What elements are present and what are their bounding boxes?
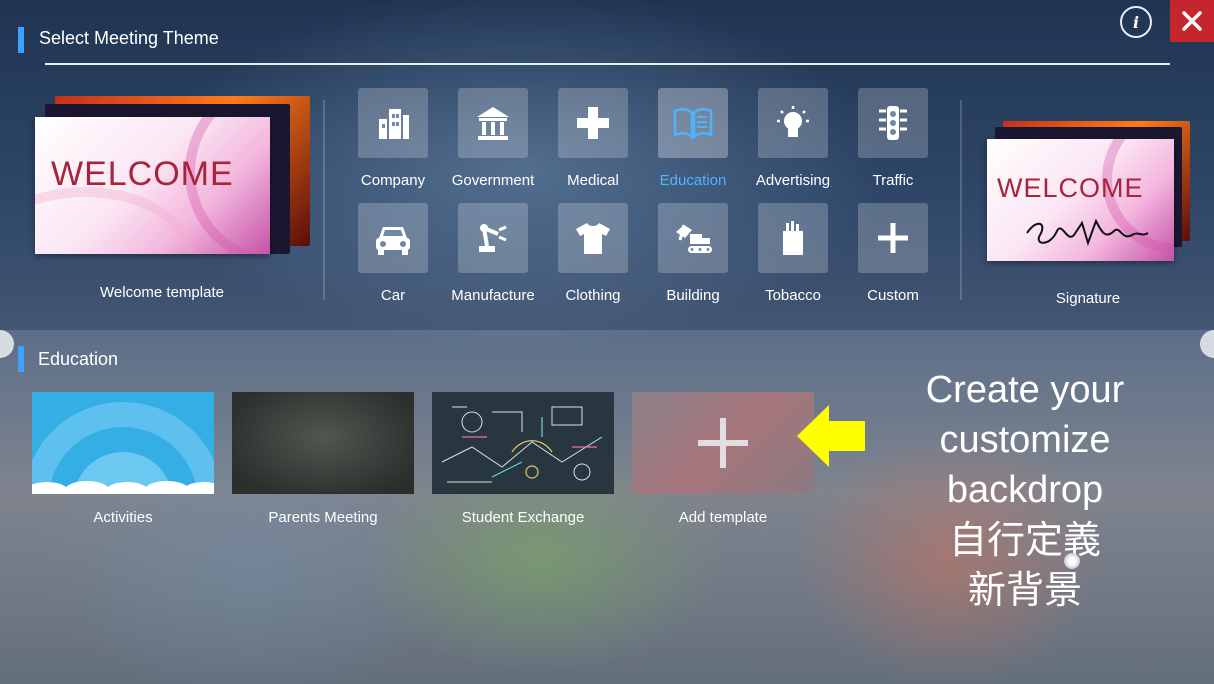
signature-card-text: WELCOME xyxy=(997,173,1144,203)
category-car[interactable]: Car xyxy=(348,203,438,304)
annotation-line: 自行定義 xyxy=(948,518,1101,562)
category-label: Clothing xyxy=(565,287,621,304)
lightbulb-icon xyxy=(777,106,809,137)
building-icon xyxy=(379,109,409,139)
category-clothing[interactable]: Clothing xyxy=(548,203,638,304)
signature-template-label: Signature xyxy=(1055,290,1121,307)
template-label: Parents Meeting xyxy=(268,509,378,526)
touch-cursor xyxy=(1064,553,1080,569)
category-label: Manufacture xyxy=(451,287,535,304)
book-icon xyxy=(673,108,713,141)
divider-right xyxy=(960,100,962,300)
annotation-line: 新背景 xyxy=(967,568,1082,612)
close-icon xyxy=(1182,11,1202,31)
signature-scribble xyxy=(1026,218,1149,247)
parents-meeting-thumbnail xyxy=(232,392,414,494)
add-icon xyxy=(698,418,748,468)
medical-cross-icon xyxy=(577,107,609,139)
category-education[interactable]: Education xyxy=(648,88,738,189)
page-title: Select Meeting Theme xyxy=(39,28,219,48)
activities-thumbnail xyxy=(32,392,214,494)
traffic-light-icon xyxy=(879,106,907,140)
student-exchange-thumbnail xyxy=(432,392,614,494)
info-icon: i xyxy=(1132,12,1140,32)
close-button[interactable] xyxy=(1170,0,1214,42)
header-accent-bar xyxy=(18,27,24,53)
category-tobacco[interactable]: Tobacco xyxy=(748,203,838,304)
welcome-card-text: WELCOME xyxy=(51,155,234,193)
category-label: Advertising xyxy=(755,172,831,189)
category-traffic[interactable]: Traffic xyxy=(848,88,938,189)
annotation-line: customize xyxy=(939,419,1111,461)
category-label: Government xyxy=(451,172,535,189)
annotation-line: backdrop xyxy=(946,469,1104,511)
annotation-line: Create your xyxy=(925,369,1125,411)
category-label: Traffic xyxy=(872,172,914,189)
category-advertising[interactable]: Advertising xyxy=(748,88,838,189)
category-custom[interactable]: Custom xyxy=(848,203,938,304)
category-label: Custom xyxy=(867,287,919,304)
divider-left xyxy=(323,100,325,300)
cigarette-pack-icon xyxy=(783,221,803,255)
category-label: Medical xyxy=(567,172,619,189)
category-label: Tobacco xyxy=(765,287,821,304)
car-icon xyxy=(376,227,410,255)
excavator-icon xyxy=(676,224,712,253)
category-medical[interactable]: Medical xyxy=(548,88,638,189)
government-icon xyxy=(477,107,509,140)
template-label: Activities xyxy=(93,509,153,526)
welcome-thumbnail: WELCOME xyxy=(35,117,270,254)
welcome-template-label: Welcome template xyxy=(100,284,224,301)
template-label: Student Exchange xyxy=(461,509,585,526)
yellow-arrow-icon xyxy=(797,405,865,467)
category-company[interactable]: Company xyxy=(348,88,438,189)
signature-thumbnail: WELCOME xyxy=(987,139,1174,261)
plus-icon xyxy=(878,223,908,253)
category-building[interactable]: Building xyxy=(648,203,738,304)
category-label: Company xyxy=(360,172,426,189)
annotation-callout: Create your customize backdrop 自行定義 新背景 xyxy=(905,365,1145,615)
info-button[interactable]: i xyxy=(1120,6,1152,38)
section-accent-bar xyxy=(18,346,24,372)
category-manufacture[interactable]: Manufacture xyxy=(448,203,538,304)
category-label: Car xyxy=(380,287,406,304)
header-divider xyxy=(45,63,1170,65)
section-title: Education xyxy=(38,349,119,369)
category-label: Building xyxy=(666,287,720,304)
tshirt-icon xyxy=(576,223,610,254)
category-label: Education xyxy=(659,172,727,189)
robot-arm-icon xyxy=(479,224,507,252)
add-template-tile xyxy=(632,392,814,494)
template-label: Add template xyxy=(678,509,768,526)
category-government[interactable]: Government xyxy=(448,88,538,189)
